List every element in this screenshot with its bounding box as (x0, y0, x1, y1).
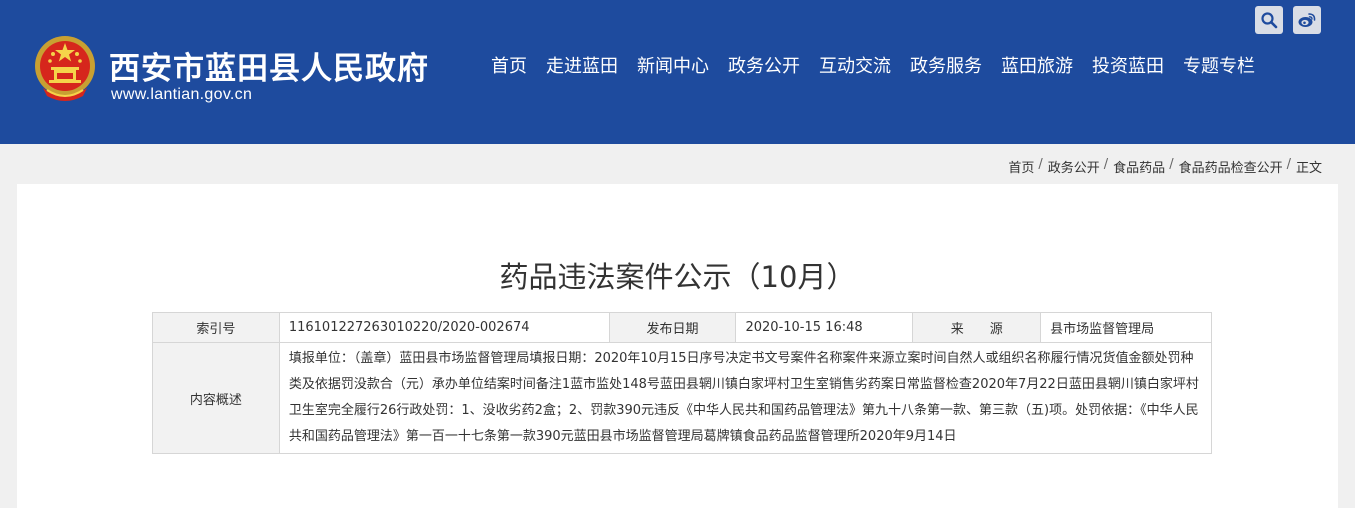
source-label: 来 源 (912, 312, 1042, 343)
breadcrumb-separator: / (1169, 157, 1174, 172)
breadcrumb-home[interactable]: 首页 (1008, 157, 1034, 176)
content-panel: 药品违法案件公示（10月） 索引号 116101227263010220/202… (17, 184, 1338, 508)
nav-item-investment[interactable]: 投资蓝田 (1092, 52, 1164, 78)
breadcrumb-food-drug[interactable]: 食品药品 (1113, 157, 1165, 176)
breadcrumb-inspection[interactable]: 食品药品检查公开 (1179, 157, 1283, 176)
breadcrumb-separator: / (1038, 157, 1043, 172)
date-label: 发布日期 (608, 312, 737, 343)
nav-item-topics[interactable]: 专题专栏 (1183, 52, 1255, 78)
national-emblem-icon[interactable] (33, 34, 97, 104)
search-icon (1261, 12, 1278, 29)
source-value: 县市场监督管理局 (1040, 312, 1212, 343)
breadcrumb: 首页 / 政务公开 / 食品药品 / 食品药品检查公开 / 正文 (1008, 157, 1322, 176)
index-label: 索引号 (152, 312, 280, 343)
summary-label: 内容概述 (152, 342, 280, 454)
article-title: 药品违法案件公示（10月） (499, 260, 856, 294)
nav-item-services[interactable]: 政务服务 (910, 52, 982, 78)
main-nav: 首页 走进蓝田 新闻中心 政务公开 互动交流 政务服务 蓝田旅游 投资蓝田 专题… (491, 52, 1274, 78)
table-row: 内容概述 填报单位：（盖章）蓝田县市场监督管理局填报日期：2020年10月15日… (152, 342, 1213, 454)
table-row: 索引号 116101227263010220/2020-002674 发布日期 … (152, 312, 1212, 343)
site-header: 西安市蓝田县人民政府 www.lantian.gov.cn 首页 走进蓝田 新闻… (0, 0, 1355, 144)
nav-item-news[interactable]: 新闻中心 (637, 52, 709, 78)
date-value: 2020-10-15 16:48 (735, 312, 914, 343)
weibo-button[interactable] (1293, 6, 1321, 34)
summary-value: 填报单位：（盖章）蓝田县市场监督管理局填报日期：2020年10月15日序号决定书… (278, 342, 1213, 454)
info-table: 索引号 116101227263010220/2020-002674 发布日期 … (152, 312, 1213, 454)
nav-item-gov-affairs[interactable]: 政务公开 (728, 52, 800, 78)
breadcrumb-gov-affairs[interactable]: 政务公开 (1048, 157, 1100, 176)
nav-item-home[interactable]: 首页 (491, 52, 527, 78)
site-title[interactable]: 西安市蓝田县人民政府 (109, 43, 429, 88)
breadcrumb-separator: / (1286, 157, 1291, 172)
nav-item-interaction[interactable]: 互动交流 (819, 52, 891, 78)
site-url[interactable]: www.lantian.gov.cn (111, 86, 252, 104)
breadcrumb-current: 正文 (1295, 161, 1322, 176)
index-value: 116101227263010220/2020-002674 (278, 312, 610, 343)
breadcrumb-separator: / (1103, 157, 1109, 172)
nav-item-tourism[interactable]: 蓝田旅游 (1001, 52, 1073, 78)
weibo-icon (1298, 13, 1316, 27)
nav-item-about[interactable]: 走进蓝田 (546, 52, 618, 78)
search-button[interactable] (1255, 6, 1283, 34)
